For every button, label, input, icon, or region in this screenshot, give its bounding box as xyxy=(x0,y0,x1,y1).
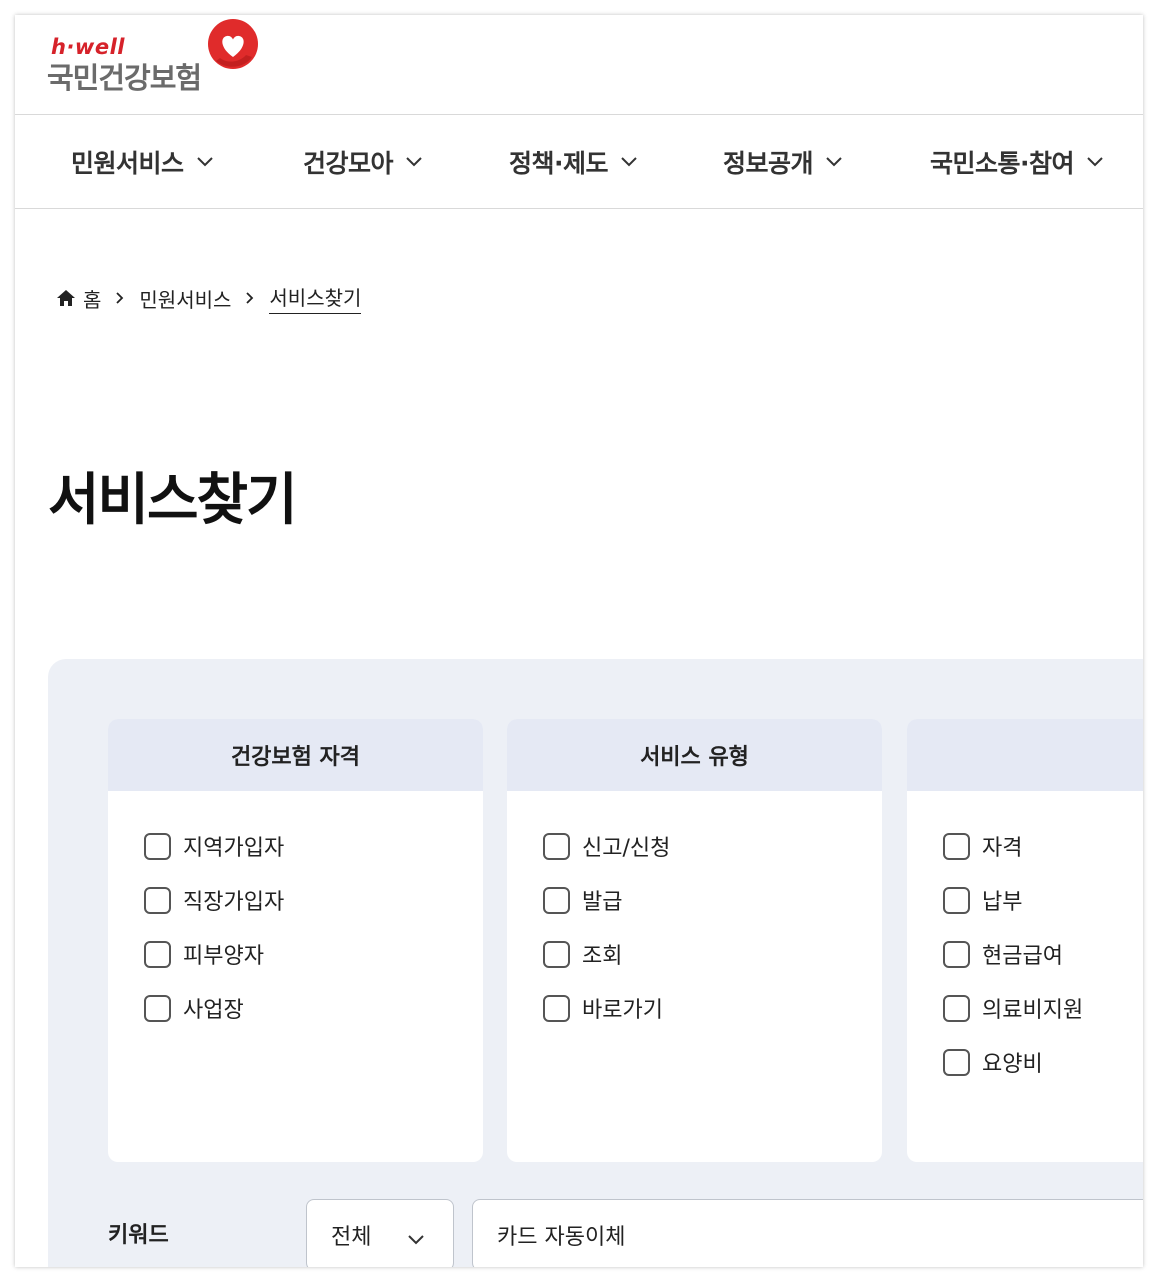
chevron-right-icon xyxy=(115,291,125,305)
keyword-input[interactable] xyxy=(472,1199,1143,1267)
checkbox[interactable] xyxy=(543,832,570,860)
option-label: 현금급여 xyxy=(982,944,1063,969)
breadcrumb-current[interactable]: 서비스찾기 xyxy=(269,282,362,314)
page-title: 서비스찾기 xyxy=(48,468,298,533)
filter-option[interactable]: 사업장 xyxy=(144,987,483,1041)
filter-option[interactable]: 납부 xyxy=(943,879,1143,933)
chevron-down-icon xyxy=(620,156,638,168)
filter-options: 신고/신청 발급 조회 바로가기 xyxy=(507,791,882,1041)
checkbox[interactable] xyxy=(943,832,970,860)
filter-card-title xyxy=(907,719,1143,791)
option-label: 납부 xyxy=(982,890,1023,915)
checkbox[interactable] xyxy=(943,994,970,1022)
filter-card-service-type: 서비스 유형 신고/신청 발급 조회 바로가기 xyxy=(507,719,882,1162)
filter-option[interactable]: 바로가기 xyxy=(543,987,882,1041)
nav-item-label: 민원서비스 xyxy=(71,148,184,178)
page-frame: h·well 국민건강보험 민원서비스 건강모아 정책·제도 정보공개 국민소통… xyxy=(15,15,1143,1267)
option-label: 직장가입자 xyxy=(183,890,285,915)
nav-item-health-moa[interactable]: 건강모아 xyxy=(303,115,423,208)
checkbox[interactable] xyxy=(144,832,171,860)
nav-item-label: 정보공개 xyxy=(723,148,814,178)
option-label: 지역가입자 xyxy=(183,836,285,861)
filter-card-title: 서비스 유형 xyxy=(507,719,882,791)
breadcrumb: 홈 민원서비스 서비스찾기 xyxy=(55,282,362,314)
select-value: 전체 xyxy=(331,1225,372,1250)
breadcrumb-home[interactable]: 홈 xyxy=(83,284,101,313)
filter-options: 지역가입자 직장가입자 피부양자 사업장 xyxy=(108,791,483,1041)
nav-item-label: 국민소통·참여 xyxy=(930,148,1075,178)
checkbox[interactable] xyxy=(943,940,970,968)
nav-item-label: 건강모아 xyxy=(303,148,394,178)
checkbox[interactable] xyxy=(943,886,970,914)
chevron-down-icon xyxy=(405,156,423,168)
option-label: 의료비지원 xyxy=(982,998,1084,1023)
nav-item-label: 정책·제도 xyxy=(509,148,609,178)
heart-logo-icon xyxy=(208,19,258,69)
chevron-right-icon xyxy=(245,291,255,305)
main-nav: 민원서비스 건강모아 정책·제도 정보공개 국민소통·참여 xyxy=(15,114,1143,209)
filter-option[interactable]: 요양비 xyxy=(943,1041,1143,1095)
filter-option[interactable]: 직장가입자 xyxy=(144,879,483,933)
option-label: 신고/신청 xyxy=(582,836,671,861)
filter-options: 자격 납부 현금급여 의료비지원 요양비 xyxy=(907,791,1143,1095)
site-logo[interactable]: h·well 국민건강보험 xyxy=(47,15,277,114)
checkbox[interactable] xyxy=(543,994,570,1022)
filter-option[interactable]: 의료비지원 xyxy=(943,987,1143,1041)
option-label: 피부양자 xyxy=(183,944,264,969)
filter-option[interactable]: 발급 xyxy=(543,879,882,933)
checkbox[interactable] xyxy=(543,886,570,914)
keyword-label: 키워드 xyxy=(108,1223,169,1248)
filter-card-eligibility: 건강보험 자격 지역가입자 직장가입자 피부양자 사업장 xyxy=(108,719,483,1162)
option-label: 발급 xyxy=(582,890,623,915)
filter-option[interactable]: 자격 xyxy=(943,825,1143,879)
keyword-scope-select[interactable]: 전체 xyxy=(306,1199,454,1267)
filter-option[interactable]: 신고/신청 xyxy=(543,825,882,879)
chevron-down-icon xyxy=(196,156,214,168)
filter-option[interactable]: 현금급여 xyxy=(943,933,1143,987)
nav-item-civil-service[interactable]: 민원서비스 xyxy=(71,115,214,208)
option-label: 요양비 xyxy=(982,1052,1043,1077)
filter-card-title: 건강보험 자격 xyxy=(108,719,483,791)
filter-card-category: 자격 납부 현금급여 의료비지원 요양비 xyxy=(907,719,1143,1162)
breadcrumb-civil-service[interactable]: 민원서비스 xyxy=(139,284,231,313)
option-label: 조회 xyxy=(582,944,623,969)
logo-name: 국민건강보험 xyxy=(47,61,202,95)
checkbox[interactable] xyxy=(144,886,171,914)
checkbox[interactable] xyxy=(144,994,171,1022)
filter-option[interactable]: 지역가입자 xyxy=(144,825,483,879)
filter-option[interactable]: 조회 xyxy=(543,933,882,987)
chevron-down-icon xyxy=(1086,156,1104,168)
filter-option[interactable]: 피부양자 xyxy=(144,933,483,987)
checkbox[interactable] xyxy=(144,940,171,968)
filter-panel: 건강보험 자격 지역가입자 직장가입자 피부양자 사업장 서비스 유형 신고/신… xyxy=(48,659,1143,1267)
checkbox[interactable] xyxy=(943,1048,970,1076)
home-icon[interactable] xyxy=(55,288,77,308)
option-label: 바로가기 xyxy=(582,998,663,1023)
nav-item-participation[interactable]: 국민소통·참여 xyxy=(930,115,1104,208)
option-label: 사업장 xyxy=(183,998,244,1023)
nav-item-policy[interactable]: 정책·제도 xyxy=(509,115,638,208)
chevron-down-icon xyxy=(825,156,843,168)
nav-item-info-disclosure[interactable]: 정보공개 xyxy=(723,115,843,208)
option-label: 자격 xyxy=(982,836,1023,861)
chevron-down-icon xyxy=(407,1227,425,1252)
checkbox[interactable] xyxy=(543,940,570,968)
